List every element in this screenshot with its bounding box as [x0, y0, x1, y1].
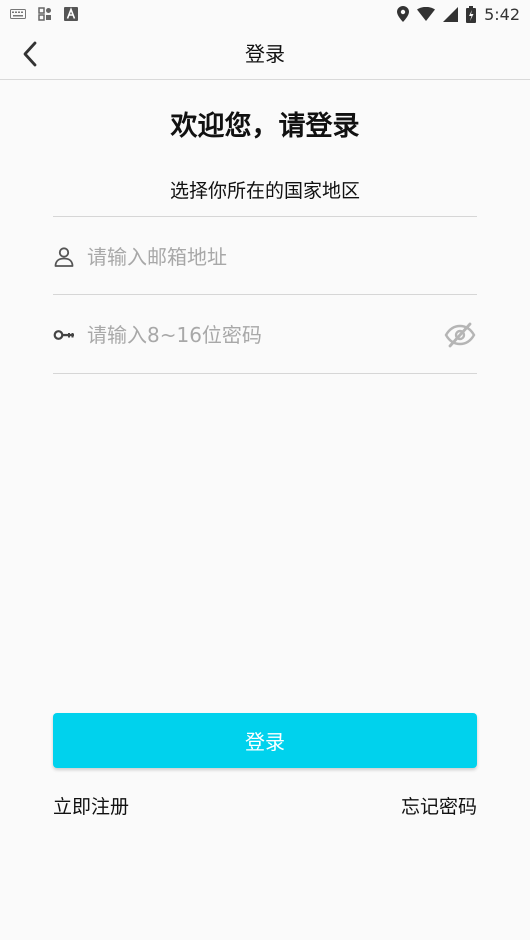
- location-icon: [397, 6, 410, 22]
- status-bar-right: 5:42: [397, 5, 520, 24]
- status-bar-left: [10, 7, 78, 21]
- qr-scan-icon: [38, 7, 52, 21]
- country-selector[interactable]: 选择你所在的国家地区: [0, 176, 530, 203]
- divider: [53, 373, 477, 374]
- divider: [53, 216, 477, 217]
- cell-signal-icon: [443, 6, 459, 22]
- key-icon: [53, 324, 75, 346]
- page-title: 登录: [245, 42, 285, 66]
- status-time: 5:42: [484, 4, 520, 24]
- password-field-row: [53, 310, 477, 360]
- eye-off-icon[interactable]: [443, 322, 477, 348]
- email-input[interactable]: [87, 245, 477, 269]
- user-icon: [53, 246, 75, 268]
- divider: [53, 294, 477, 295]
- email-field-row: [53, 232, 477, 282]
- welcome-heading: 欢迎您，请登录: [170, 111, 360, 142]
- status-bar: 5:42: [0, 0, 530, 28]
- keyboard-icon: [10, 9, 26, 19]
- app-bar: 登录: [0, 28, 530, 80]
- login-button[interactable]: 登录: [53, 713, 477, 768]
- forgot-password-link[interactable]: 忘记密码: [401, 792, 477, 819]
- register-link[interactable]: 立即注册: [53, 792, 129, 819]
- a-box-icon: [64, 7, 78, 21]
- battery-icon: [466, 5, 477, 23]
- password-input[interactable]: [87, 323, 443, 347]
- wifi-icon: [417, 7, 436, 21]
